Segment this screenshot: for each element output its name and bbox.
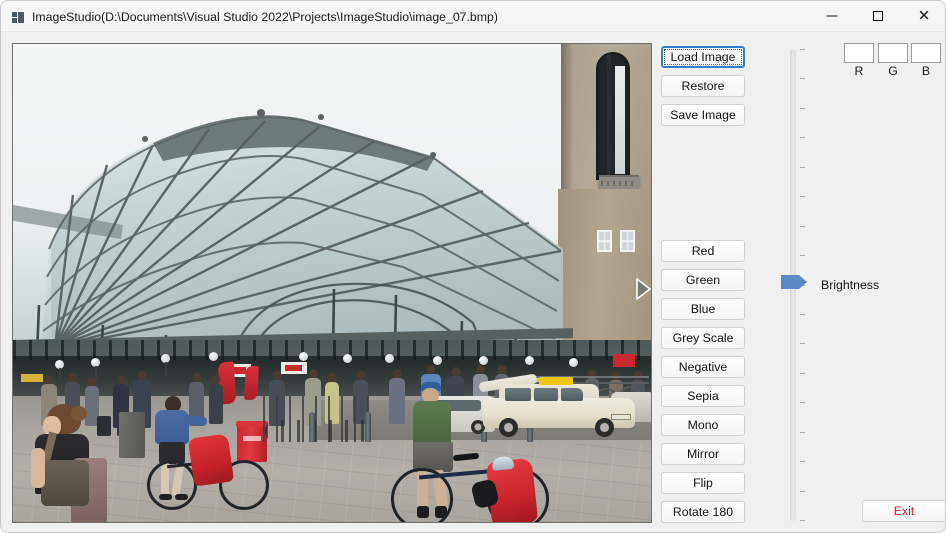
loaded-photograph	[13, 44, 651, 522]
photo-lamp-post	[165, 362, 167, 376]
brightness-slider-thumb[interactable]	[781, 275, 807, 289]
slider-tick	[800, 108, 805, 109]
slider-tick	[800, 520, 805, 521]
load-image-button[interactable]: Load Image	[661, 46, 745, 68]
flip-button[interactable]: Flip	[661, 472, 745, 494]
red-value-field[interactable]	[844, 43, 874, 63]
brightness-label: Brightness	[821, 278, 880, 292]
photo-red-pannier	[470, 455, 539, 522]
photo-bicycle-center	[147, 433, 273, 510]
maximize-icon	[873, 11, 883, 21]
slider-tick	[800, 343, 805, 344]
photo-lamp	[569, 358, 578, 367]
photo-pedestrian	[389, 369, 405, 424]
app-window-icon	[12, 12, 24, 23]
image-picture-box[interactable]	[12, 43, 652, 523]
photo-red-banner	[244, 365, 259, 401]
photo-tower-mullion	[607, 54, 611, 180]
photo-bicycle-right	[391, 452, 551, 522]
slider-tick	[800, 255, 805, 256]
mono-button[interactable]: Mono	[661, 414, 745, 436]
slider-tick	[800, 78, 805, 79]
grey-scale-button[interactable]: Grey Scale	[661, 327, 745, 349]
blue-label: B	[921, 64, 931, 78]
application-window: ImageStudio(D:\Documents\Visual Studio 2…	[0, 0, 946, 533]
slider-tick	[800, 226, 805, 227]
slider-tick	[800, 373, 805, 374]
red-label: R	[854, 64, 864, 78]
sepia-button[interactable]: Sepia	[661, 385, 745, 407]
photo-lamp-post	[59, 368, 61, 382]
photo-sign	[613, 354, 635, 367]
photo-lamp	[385, 354, 394, 363]
slider-tick	[800, 402, 805, 403]
photo-red-pannier	[187, 433, 235, 487]
close-button[interactable]: ✕	[901, 1, 945, 31]
photo-taxi-roof-sign	[539, 377, 573, 385]
photo-parked-bicycles	[265, 420, 371, 442]
close-icon: ✕	[917, 7, 931, 25]
mirror-button[interactable]: Mirror	[661, 443, 745, 465]
photo-lamp	[525, 356, 534, 365]
slider-tick	[800, 432, 805, 433]
photo-glass-canopy	[13, 109, 563, 354]
minimize-button[interactable]	[809, 1, 855, 31]
photo-building-window	[620, 230, 635, 252]
photo-utility-box	[119, 412, 145, 458]
red-filter-button[interactable]: Red	[661, 240, 745, 262]
slider-tick	[800, 196, 805, 197]
photo-lamp	[343, 354, 352, 363]
rotate-180-button[interactable]: Rotate 180	[661, 501, 745, 523]
photo-building-lower	[558, 189, 651, 349]
slider-tick	[800, 461, 805, 462]
green-value-field[interactable]	[878, 43, 908, 63]
photo-lamp	[299, 352, 308, 361]
green-filter-button[interactable]: Green	[661, 269, 745, 291]
photo-taxi	[478, 373, 635, 437]
photo-lamp	[209, 352, 218, 361]
maximize-button[interactable]	[855, 1, 901, 31]
exit-button[interactable]: Exit	[862, 500, 945, 522]
window-title: ImageStudio(D:\Documents\Visual Studio 2…	[32, 10, 498, 24]
slider-tick	[800, 49, 805, 50]
minimize-icon	[826, 15, 838, 17]
save-image-button[interactable]: Save Image	[661, 104, 745, 126]
next-image-arrow[interactable]	[636, 278, 651, 300]
photo-lamp	[479, 356, 488, 365]
photo-bollard	[309, 412, 315, 442]
slider-tick	[800, 314, 805, 315]
slider-tick	[800, 491, 805, 492]
photo-bollard	[365, 412, 371, 442]
photo-foreground-woman	[23, 404, 109, 522]
negative-button[interactable]: Negative	[661, 356, 745, 378]
restore-button[interactable]: Restore	[661, 75, 745, 97]
load-image-label: Load Image	[670, 50, 736, 64]
photo-building-window	[597, 230, 612, 252]
photo-sign	[21, 374, 43, 382]
slider-tick	[800, 137, 805, 138]
blue-filter-button[interactable]: Blue	[661, 298, 745, 320]
green-label: G	[888, 64, 898, 78]
photo-tower-arch-light	[615, 66, 625, 174]
photo-lamp	[433, 356, 442, 365]
title-bar: ImageStudio(D:\Documents\Visual Studio 2…	[1, 1, 945, 32]
blue-value-field[interactable]	[911, 43, 941, 63]
photo-sign	[285, 365, 302, 371]
slider-tick	[800, 167, 805, 168]
